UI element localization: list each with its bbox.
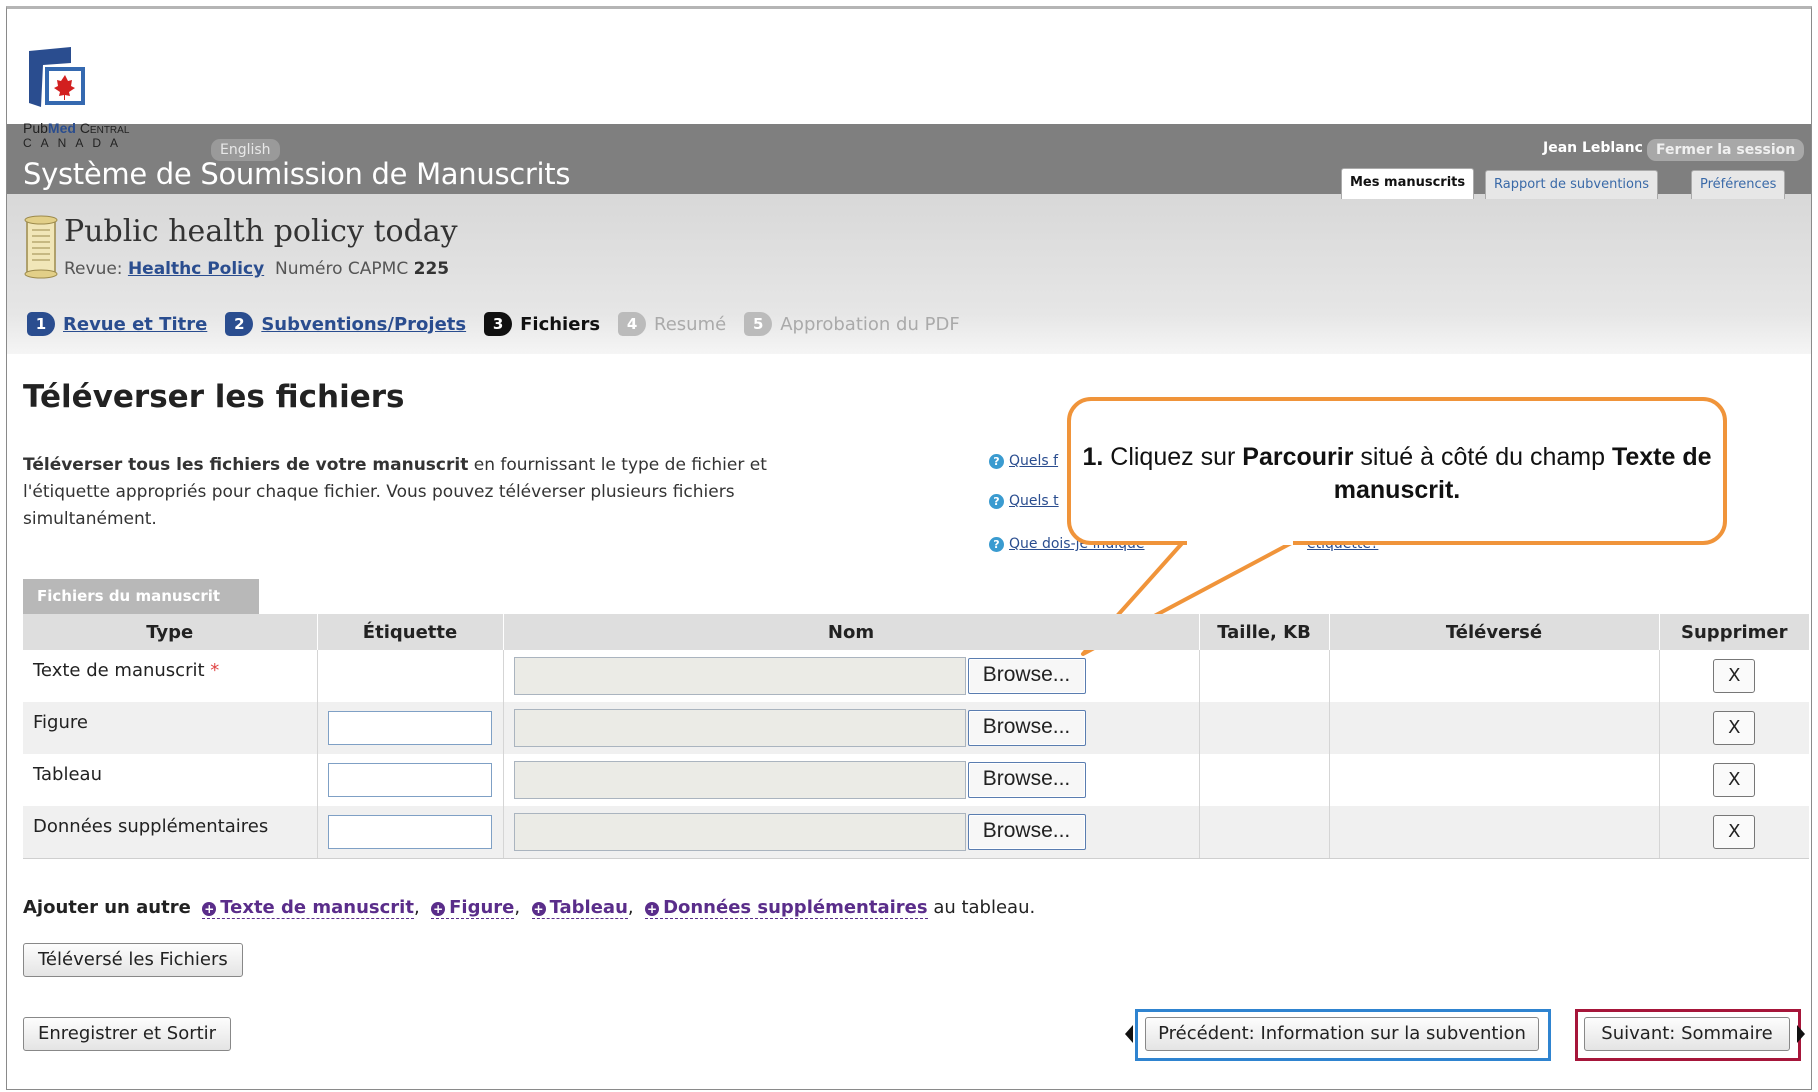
plus-circle-icon: + <box>531 902 546 916</box>
label-cell <box>316 806 503 859</box>
name-cell: Browse... <box>502 650 1199 702</box>
label-cell <box>316 754 503 806</box>
add-suffix: au tableau. <box>933 897 1036 918</box>
uploaded-cell <box>1328 806 1659 859</box>
column-header-type: Type <box>23 614 317 650</box>
delete-button[interactable]: X <box>1713 763 1756 797</box>
next-button[interactable]: Suivant: Sommaire <box>1584 1017 1790 1051</box>
delete-button[interactable]: X <box>1713 814 1756 849</box>
size-cell <box>1198 806 1329 859</box>
uploaded-cell <box>1328 650 1659 702</box>
instruction-callout: 1. Cliquez sur Parcourir situé à côté du… <box>1067 397 1727 545</box>
callout-pointer-icon <box>1081 538 1299 656</box>
callout-joint <box>1187 537 1293 545</box>
files-table: Type Étiquette Nom Taille, KB Téléversé … <box>23 614 1809 859</box>
browse-button[interactable]: Browse... <box>967 813 1086 850</box>
plus-circle-icon: + <box>645 902 660 916</box>
column-header-uploaded: Téléversé <box>1328 614 1659 650</box>
browse-button[interactable]: Browse... <box>967 658 1086 694</box>
uploaded-cell <box>1328 754 1659 806</box>
arrow-left-icon <box>1125 1025 1133 1043</box>
name-cell: Browse... <box>502 806 1199 859</box>
file-path-field[interactable] <box>513 709 966 747</box>
label-input[interactable] <box>327 763 492 797</box>
file-path-field[interactable] <box>513 812 966 851</box>
delete-button[interactable]: X <box>1713 659 1756 693</box>
browse-button[interactable]: Browse... <box>967 762 1086 798</box>
plus-circle-icon: + <box>431 902 446 916</box>
file-type: Texte de manuscrit <box>33 660 205 681</box>
column-header-name: Nom <box>502 614 1199 650</box>
table-row: Texte de manuscrit * Browse... X <box>23 650 1809 702</box>
files-table-tab: Fichiers du manuscrit <box>23 579 259 614</box>
label-cell <box>316 650 503 702</box>
callout-text: Cliquez sur <box>1103 443 1243 471</box>
callout-bold: Parcourir <box>1242 443 1354 471</box>
size-cell <box>1198 702 1329 754</box>
name-cell: Browse... <box>502 702 1199 754</box>
label-cell <box>316 702 503 754</box>
file-path-field[interactable] <box>513 761 966 799</box>
add-manuscript-text-link[interactable]: + Texte de manuscrit <box>202 897 414 919</box>
file-type: Tableau <box>33 764 102 785</box>
previous-button[interactable]: Précédent: Information sur la subvention <box>1145 1017 1539 1051</box>
delete-cell: X <box>1658 702 1809 754</box>
callout-text: situé à côté du champ <box>1353 443 1612 471</box>
save-exit-button[interactable]: Enregistrer et Sortir <box>23 1017 232 1051</box>
name-cell: Browse... <box>502 754 1199 806</box>
add-figure-link[interactable]: + Figure <box>431 897 515 919</box>
table-row: Figure Browse... X <box>23 702 1809 754</box>
delete-button[interactable]: X <box>1713 711 1756 745</box>
delete-cell: X <box>1658 650 1809 702</box>
column-header-label: Étiquette <box>316 614 503 650</box>
file-type-cell: Tableau <box>23 754 317 806</box>
label-input[interactable] <box>327 711 492 745</box>
file-type-cell: Texte de manuscrit * <box>23 650 317 702</box>
required-mark: * <box>210 660 220 681</box>
add-supplementary-link[interactable]: + Données supplémentaires <box>645 897 928 919</box>
add-link-label: Tableau <box>549 897 628 918</box>
upload-files-button[interactable]: Téléversé les Fichiers <box>23 943 243 977</box>
file-type-cell: Figure <box>23 702 317 754</box>
add-link-label: Texte de manuscrit <box>220 897 414 918</box>
table-row: Tableau Browse... X <box>23 754 1809 806</box>
add-link-label: Données supplémentaires <box>663 897 928 918</box>
column-header-size: Taille, KB <box>1198 614 1329 650</box>
file-path-field[interactable] <box>513 657 966 695</box>
uploaded-cell <box>1328 702 1659 754</box>
plus-circle-icon: + <box>202 902 217 916</box>
arrow-right-icon <box>1797 1025 1805 1043</box>
browser-window: PubMed Central CANADA English Système de… <box>6 6 1812 1090</box>
add-link-label: Figure <box>449 897 515 918</box>
add-another-row: Ajouter un autre + Texte de manuscrit, + F… <box>23 897 1036 919</box>
add-prefix: Ajouter un autre <box>23 897 191 918</box>
size-cell <box>1198 754 1329 806</box>
column-header-delete: Supprimer <box>1658 614 1809 650</box>
file-type: Données supplémentaires <box>33 816 269 837</box>
label-input[interactable] <box>327 814 492 849</box>
callout-step-number: 1. <box>1082 443 1104 471</box>
delete-cell: X <box>1658 806 1809 859</box>
size-cell <box>1198 650 1329 702</box>
file-type-cell: Données supplémentaires <box>23 806 317 859</box>
file-type: Figure <box>33 712 88 733</box>
delete-cell: X <box>1658 754 1809 806</box>
browse-button[interactable]: Browse... <box>967 710 1086 746</box>
add-table-link[interactable]: + Tableau <box>531 897 628 919</box>
table-row: Données supplémentaires Browse... X <box>23 806 1809 859</box>
